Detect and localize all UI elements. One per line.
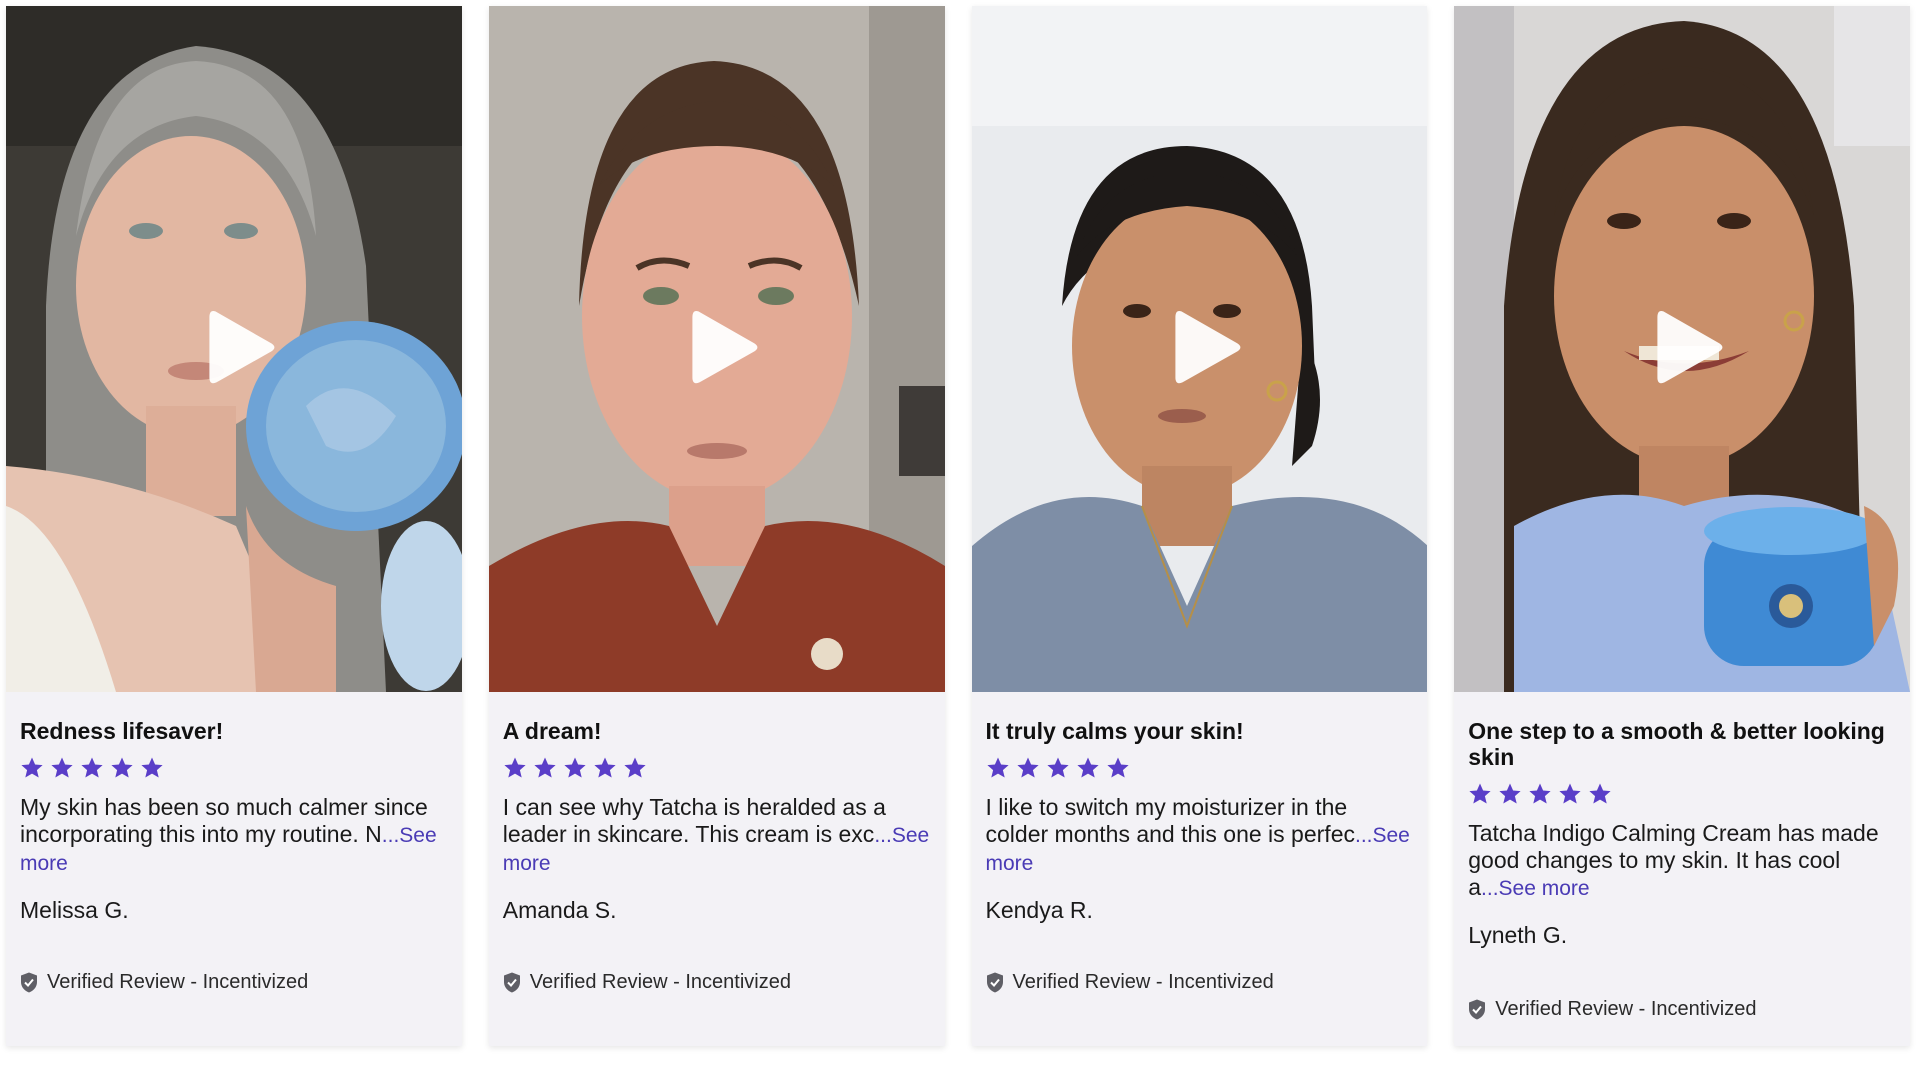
play-icon[interactable] — [207, 307, 277, 387]
shield-check-icon — [21, 972, 37, 993]
review-card[interactable]: Redness lifesaver! My skin has been so m… — [6, 6, 462, 1046]
see-more-link[interactable]: ...See more — [1481, 877, 1590, 900]
star-icon — [504, 757, 526, 778]
shield-check-icon — [986, 972, 1003, 993]
review-title: One step to a smooth & better looking sk… — [1468, 718, 1885, 770]
star-icon — [986, 757, 1009, 778]
review-card[interactable]: It truly calms your skin! I like to swit… — [971, 6, 1428, 1046]
reviewer-name: Kendya R. — [985, 897, 1093, 923]
review-text: Tatcha Indigo Calming Cream has made goo… — [1468, 820, 1896, 902]
star-icon — [1016, 757, 1039, 778]
review-video-thumbnail[interactable] — [488, 6, 945, 692]
star-icon — [1499, 783, 1521, 804]
review-excerpt: My skin has been so much calmer since in… — [20, 794, 428, 847]
verified-badge: Verified Review - Incentivized — [503, 971, 791, 994]
reviewer-name: Melissa G. — [20, 897, 129, 923]
star-icon — [534, 757, 556, 778]
review-card[interactable]: One step to a smooth & better looking sk… — [1454, 6, 1910, 1046]
star-icon — [594, 757, 616, 778]
review-video-thumbnail[interactable] — [971, 6, 1428, 692]
star-icon — [21, 757, 43, 778]
star-icon — [141, 757, 163, 778]
shield-check-icon — [1469, 999, 1486, 1020]
star-icon — [1469, 783, 1491, 804]
star-rating — [503, 756, 931, 780]
review-excerpt: I can see why Tatcha is heralded as a le… — [502, 794, 886, 847]
star-icon — [1529, 783, 1551, 804]
shield-check-icon — [503, 972, 520, 993]
verified-badge: Verified Review - Incentivized — [20, 971, 308, 994]
verified-label: Verified Review - Incentivized — [529, 971, 791, 993]
review-title: It truly calms your skin! — [985, 718, 1244, 744]
verified-label: Verified Review - Incentivized — [47, 971, 309, 993]
play-icon[interactable] — [1173, 307, 1243, 387]
star-rating — [20, 756, 448, 780]
reviewer-name: Amanda S. — [502, 897, 617, 923]
verified-label: Verified Review - Incentivized — [1495, 998, 1757, 1020]
star-icon — [1076, 757, 1099, 778]
review-video-thumbnail[interactable] — [6, 6, 462, 692]
play-icon[interactable] — [690, 307, 760, 387]
review-text: My skin has been so much calmer since in… — [20, 794, 448, 877]
review-card[interactable]: A dream! I can see why Tatcha is heralde… — [488, 6, 945, 1046]
review-text: I like to switch my moisturizer in the c… — [986, 794, 1414, 877]
star-icon — [111, 757, 133, 778]
review-title: Redness lifesaver! — [20, 718, 224, 744]
star-icon — [624, 757, 646, 778]
review-text: I can see why Tatcha is heralded as a le… — [503, 794, 931, 877]
review-video-thumbnail[interactable] — [1454, 6, 1910, 692]
star-icon — [564, 757, 586, 778]
star-rating — [1468, 782, 1896, 806]
star-icon — [81, 757, 103, 778]
star-icon — [1589, 783, 1611, 804]
verified-badge: Verified Review - Incentivized — [986, 971, 1274, 994]
star-icon — [51, 757, 73, 778]
verified-label: Verified Review - Incentivized — [1012, 971, 1274, 993]
review-title: A dream! — [502, 718, 602, 744]
review-carousel: Redness lifesaver! My skin has been so m… — [6, 6, 1910, 1046]
star-icon — [1106, 757, 1129, 778]
review-excerpt: I like to switch my moisturizer in the c… — [985, 794, 1355, 847]
star-rating — [986, 756, 1414, 780]
star-icon — [1559, 783, 1581, 804]
star-icon — [1046, 757, 1069, 778]
reviewer-name: Lyneth G. — [1468, 922, 1568, 948]
play-icon[interactable] — [1656, 307, 1726, 387]
verified-badge: Verified Review - Incentivized — [1468, 998, 1756, 1021]
